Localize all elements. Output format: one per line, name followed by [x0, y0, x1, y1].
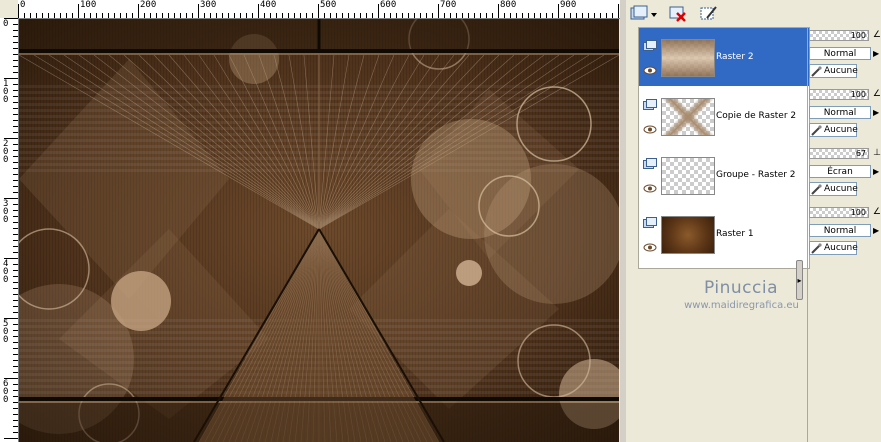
blend-mode-select[interactable]: Normal: [809, 106, 871, 119]
blend-dropdown-arrow-icon[interactable]: ▶: [873, 165, 881, 178]
blend-mode-select[interactable]: Écran: [809, 165, 871, 178]
ruler-top-label: 800: [500, 0, 517, 10]
blend-mode-select[interactable]: Normal: [809, 47, 871, 60]
new-layer-icon: [630, 5, 657, 20]
ruler-top-label: 700: [440, 0, 457, 10]
watermark-url: www.maidiregrafica.eu: [684, 300, 799, 311]
opacity-value: 100: [850, 31, 866, 40]
layer-name: Copie de Raster 2: [716, 111, 797, 121]
layer-properties: 67 ⊥ Écran ▶ Aucune: [807, 145, 881, 203]
layers-palette: Raster 2 Copie de Raster 2 Groupe - Raster…: [626, 0, 881, 442]
brush-icon: [811, 184, 822, 195]
ruler-top-label: 500: [320, 0, 337, 10]
brush-icon: [811, 125, 822, 136]
layers-list: Raster 2 Copie de Raster 2 Groupe - Raster…: [638, 27, 810, 269]
brush-icon: [811, 66, 822, 77]
layer-name: Raster 1: [716, 229, 754, 239]
ruler-left-label: 5 0 0: [3, 319, 9, 345]
ruler-left-label: 4 0 0: [3, 259, 9, 285]
opacity-value: 67: [855, 149, 866, 158]
eye-icon[interactable]: [643, 125, 657, 134]
layer-row[interactable]: Raster 2: [639, 28, 809, 86]
delete-layer-button[interactable]: [667, 3, 689, 23]
layer-type-icon[interactable]: [643, 40, 657, 52]
ruler-top-label: 200: [140, 0, 157, 10]
layer-type-icon[interactable]: [643, 99, 657, 111]
opacity-value: 100: [850, 208, 866, 217]
mask-select[interactable]: Aucune: [809, 64, 858, 78]
ruler-left-label: 0: [3, 19, 9, 29]
ruler-top-label: 900: [560, 0, 577, 10]
ruler-top-label: 100: [80, 0, 97, 10]
opacity-arrow-icon[interactable]: ⊥: [873, 148, 881, 158]
mask-select[interactable]: Aucune: [809, 241, 858, 255]
blend-mode-value: Normal: [823, 226, 857, 236]
ruler-top-label: 0: [20, 0, 26, 10]
blend-dropdown-arrow-icon[interactable]: ▶: [873, 106, 881, 119]
ruler-left-label: 6 0 0: [3, 379, 9, 405]
ruler-top-ticks: [18, 4, 619, 18]
layer-properties: 100 ∠ Normal ▶ Aucune: [807, 86, 881, 144]
brush-icon: [811, 243, 822, 254]
eye-icon[interactable]: [643, 66, 657, 75]
opacity-slider[interactable]: 67: [809, 148, 869, 159]
mask-select[interactable]: Aucune: [809, 182, 858, 196]
mask-value: Aucune: [824, 125, 858, 135]
ruler-top-label: 400: [260, 0, 277, 10]
opacity-slider[interactable]: 100: [809, 89, 869, 100]
watermark-title: Pinuccia: [704, 278, 778, 298]
layers-toolbar: [626, 0, 881, 27]
mask-select[interactable]: Aucune: [809, 123, 858, 137]
layer-row[interactable]: Copie de Raster 2: [639, 87, 809, 145]
layer-name: Groupe - Raster 2: [716, 170, 796, 180]
layer-row[interactable]: Raster 1: [639, 205, 809, 263]
mask-value: Aucune: [824, 243, 858, 253]
opacity-arrow-icon[interactable]: ∠: [873, 207, 881, 217]
layer-thumbnail: [661, 216, 715, 254]
blend-dropdown-arrow-icon[interactable]: ▶: [873, 47, 881, 60]
blend-mode-select[interactable]: Normal: [809, 224, 871, 237]
blend-mode-value: Normal: [823, 49, 857, 59]
ruler-left-label: 3 0 0: [3, 199, 9, 225]
layer-properties: 100 ∠ Normal ▶ Aucune: [807, 204, 881, 262]
opacity-arrow-icon[interactable]: ∠: [873, 89, 881, 99]
eye-icon[interactable]: [643, 243, 657, 252]
eye-icon[interactable]: [643, 184, 657, 193]
image-canvas[interactable]: [19, 19, 619, 442]
layer-row[interactable]: Groupe - Raster 2: [639, 146, 809, 204]
canvas-artwork: [19, 19, 619, 442]
layer-thumbnail: [661, 39, 715, 77]
ruler-corner: [0, 0, 19, 19]
delete-layer-icon: [669, 6, 686, 22]
layer-properties-button[interactable]: [698, 3, 720, 23]
blend-mode-value: Normal: [823, 108, 857, 118]
opacity-arrow-icon[interactable]: ∠: [873, 30, 881, 40]
layer-type-icon[interactable]: [643, 158, 657, 170]
blend-dropdown-arrow-icon[interactable]: ▶: [873, 224, 881, 237]
blend-mode-value: Écran: [827, 167, 853, 177]
layer-thumbnail: [661, 157, 715, 195]
ruler-top: 0 100 200 300 400 500 600 700 800 900: [18, 0, 620, 19]
layer-thumbnail: [661, 98, 715, 136]
mask-value: Aucune: [824, 66, 858, 76]
ruler-top-label: 300: [200, 0, 217, 10]
opacity-slider[interactable]: 100: [809, 207, 869, 218]
ruler-left: 0 1 0 0 2 0 0 3 0 0 4 0 0 5 0 0 6 0 0: [0, 18, 19, 442]
layer-name: Raster 2: [716, 52, 754, 62]
opacity-slider[interactable]: 100: [809, 30, 869, 41]
new-layer-button[interactable]: [628, 3, 658, 23]
layer-type-icon[interactable]: [643, 217, 657, 229]
layer-properties: 100 ∠ Normal ▶ Aucune: [807, 27, 881, 85]
ruler-top-label: 600: [380, 0, 397, 10]
ruler-left-label: 2 0 0: [3, 139, 9, 165]
mask-value: Aucune: [824, 184, 858, 194]
ruler-left-label: 1 0 0: [3, 79, 9, 105]
edit-layer-icon: [700, 6, 717, 20]
layer-properties-column: 100 ∠ Normal ▶ Aucune 100 ∠ Normal ▶ Aucune 67 ⊥ Écr…: [807, 27, 881, 267]
opacity-value: 100: [850, 90, 866, 99]
